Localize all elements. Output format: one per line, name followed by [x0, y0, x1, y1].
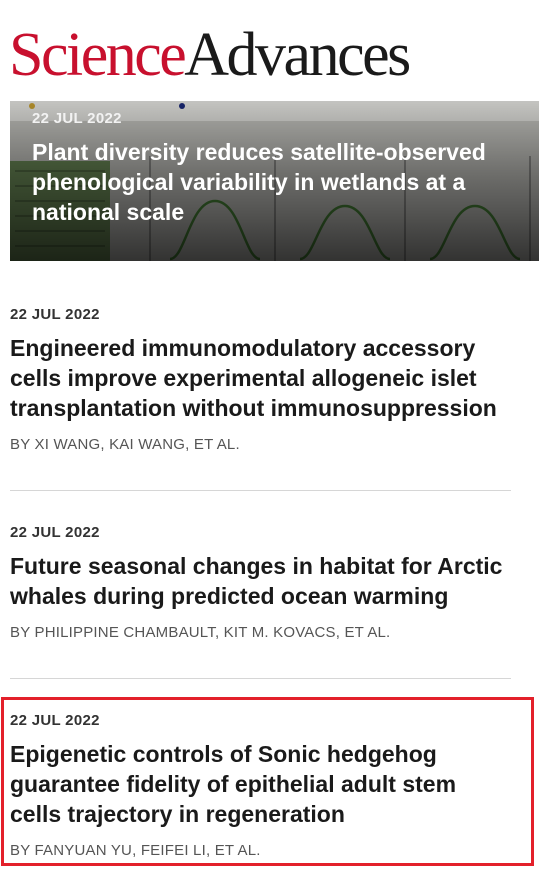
- article-card[interactable]: 22 JUL 2022 Engineered immunomodulatory …: [10, 306, 510, 453]
- article-authors: BY FANYUAN YU, FEIFEI LI, ET AL.: [10, 842, 261, 859]
- article-date: 22 JUL 2022: [10, 524, 100, 541]
- article-title[interactable]: Engineered immunomodulatory accessory ce…: [10, 333, 510, 423]
- logo-science: Science: [9, 21, 187, 89]
- article-card[interactable]: 22 JUL 2022 Future seasonal changes in h…: [10, 524, 510, 641]
- hero-article-card[interactable]: 22 JUL 2022 Plant diversity reduces sate…: [10, 101, 539, 261]
- article-authors: BY XI WANG, KAI WANG, ET AL.: [10, 436, 240, 453]
- hero-title[interactable]: Plant diversity reduces satellite-observ…: [32, 137, 527, 227]
- divider: [10, 490, 511, 491]
- article-title[interactable]: Epigenetic controls of Sonic hedgehog gu…: [10, 739, 510, 829]
- article-title[interactable]: Future seasonal changes in habitat for A…: [10, 551, 510, 611]
- hero-date: 22 JUL 2022: [32, 110, 122, 127]
- page: ScienceAdvances 22 JUL 2022 Plant divers…: [0, 0, 541, 874]
- article-card-highlighted[interactable]: 22 JUL 2022 Epigenetic controls of Sonic…: [10, 712, 510, 859]
- logo-advances: Advances: [184, 21, 411, 89]
- article-authors: BY PHILIPPINE CHAMBAULT, KIT M. KOVACS, …: [10, 624, 391, 641]
- article-date: 22 JUL 2022: [10, 306, 100, 323]
- site-logo[interactable]: ScienceAdvances: [9, 21, 411, 94]
- divider: [10, 678, 511, 679]
- article-date: 22 JUL 2022: [10, 712, 100, 729]
